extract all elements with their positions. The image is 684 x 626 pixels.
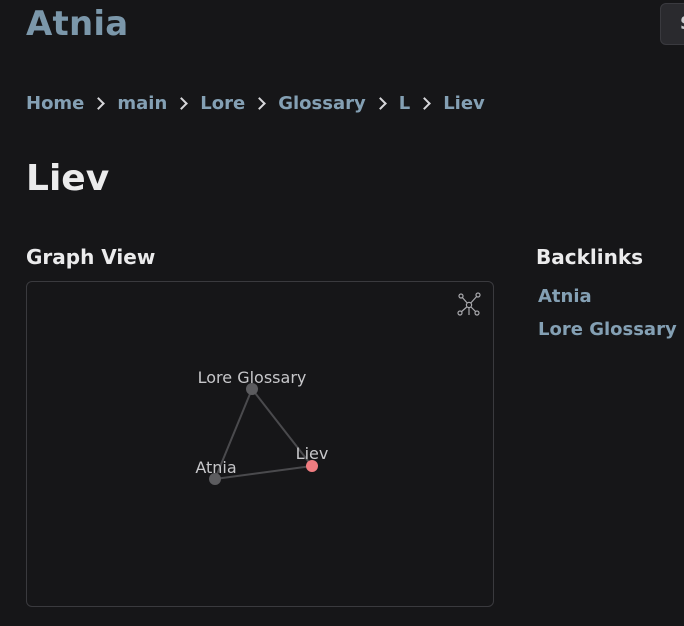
breadcrumb-glossary[interactable]: Glossary [278,93,366,114]
backlink-lore-glossary[interactable]: Lore Glossary [538,319,677,340]
site-title[interactable]: Atnia [26,4,128,44]
graph-view-heading: Graph View [26,245,156,269]
breadcrumb-liev[interactable]: Liev [443,93,485,114]
search-button[interactable]: Search [660,3,684,45]
graph-canvas[interactable]: Lore Glossary Atnia Liev [27,282,493,606]
graph-node-label: Liev [296,444,329,463]
graph-node-label: Atnia [195,458,236,477]
breadcrumb-lore[interactable]: Lore [200,93,245,114]
breadcrumb-home[interactable]: Home [26,93,84,114]
chevron-right-icon [175,96,189,110]
backlink-item: Lore Glossary [538,319,677,352]
breadcrumb-l[interactable]: L [399,93,410,114]
breadcrumb: Home main Lore Glossary L Liev [26,90,485,116]
chevron-right-icon [418,96,432,110]
page-title: Liev [26,158,110,199]
backlinks-heading: Backlinks [536,245,644,269]
breadcrumb-main[interactable]: main [117,93,167,114]
graph-node-label: Lore Glossary [198,368,307,387]
backlink-atnia[interactable]: Atnia [538,286,592,307]
backlinks-list: Atnia Lore Glossary [538,286,677,352]
chevron-right-icon [253,96,267,110]
page: Atnia Search Home main Lore Glossary L L… [0,0,684,626]
chevron-right-icon [92,96,106,110]
graph-view[interactable]: Lore Glossary Atnia Liev [26,281,494,607]
chevron-right-icon [373,96,387,110]
backlink-item: Atnia [538,286,677,319]
